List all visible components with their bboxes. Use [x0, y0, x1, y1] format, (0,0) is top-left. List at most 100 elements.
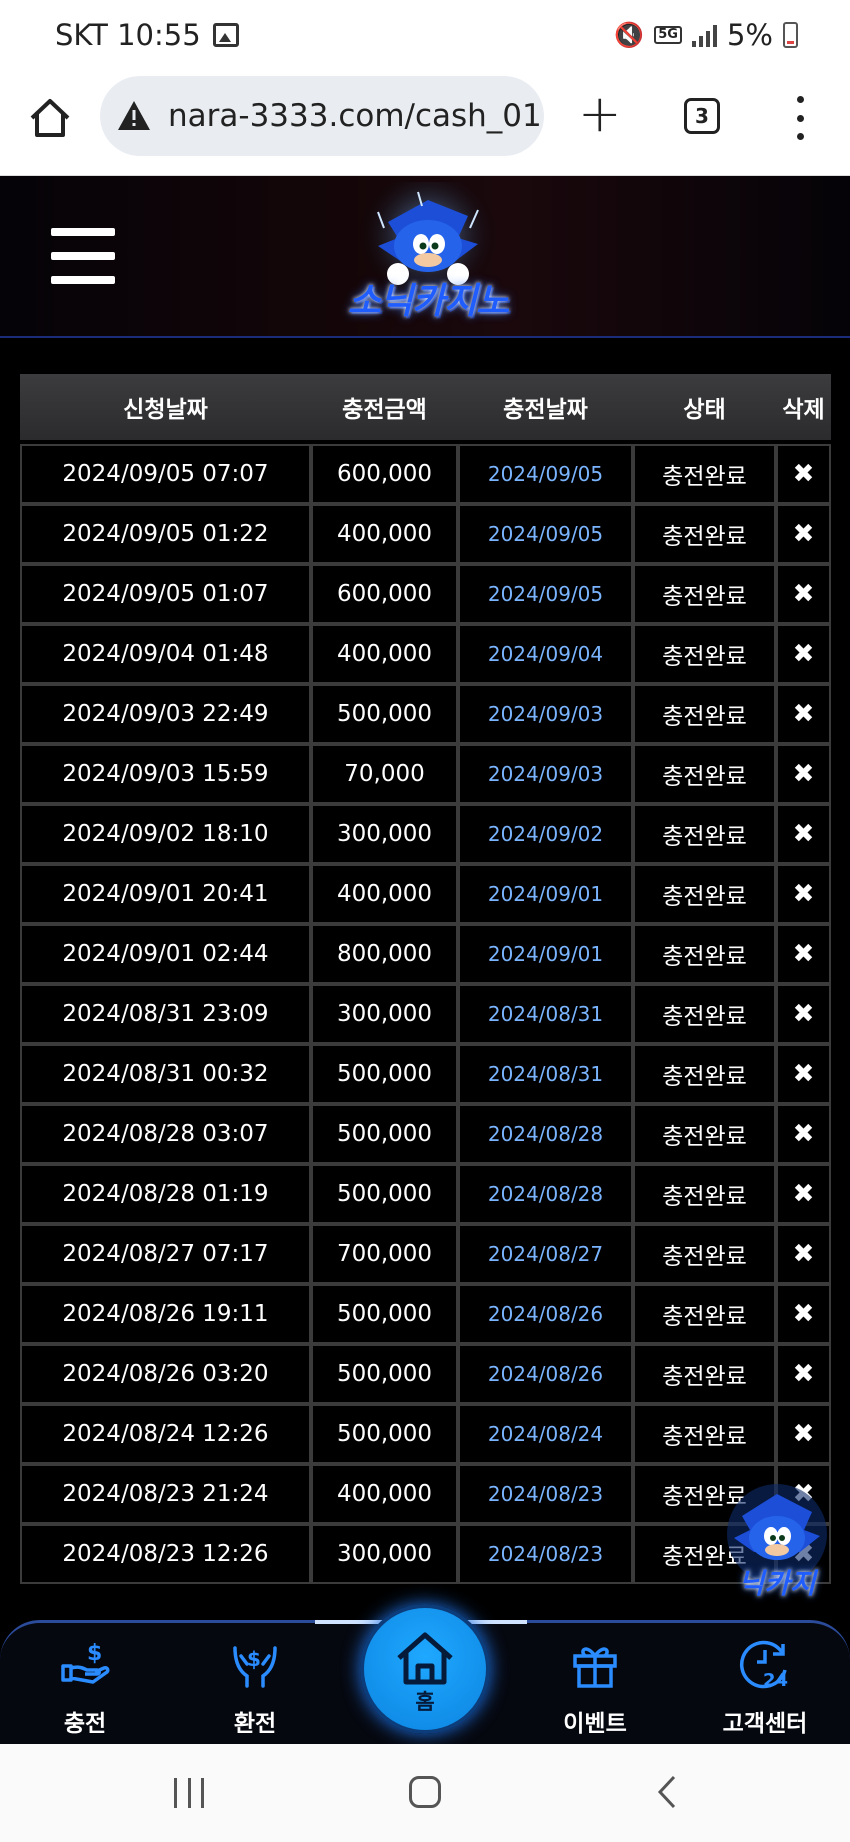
charge-date-cell: 2024/08/24 — [458, 1404, 633, 1464]
amount-cell: 400,000 — [311, 624, 458, 684]
recent-apps-icon[interactable] — [174, 1778, 204, 1808]
delete-icon[interactable]: ✖ — [776, 1344, 831, 1404]
browser-home-icon[interactable] — [28, 96, 72, 140]
delete-icon[interactable]: ✖ — [776, 564, 831, 624]
table-row: 2024/08/28 01:19 500,000 2024/08/28 충전완료 ✖ — [20, 1164, 831, 1224]
request-date-cell: 2024/09/01 02:44 — [20, 924, 311, 984]
delete-icon[interactable]: ✖ — [776, 1284, 831, 1344]
request-date-cell: 2024/09/01 20:41 — [20, 864, 311, 924]
delete-icon[interactable]: ✖ — [776, 1164, 831, 1224]
back-icon[interactable] — [656, 1774, 678, 1810]
amount-cell: 500,000 — [311, 684, 458, 744]
amount-cell: 400,000 — [311, 864, 458, 924]
header-status: 상태 — [633, 374, 776, 444]
nav-event[interactable]: 이벤트 — [530, 1636, 660, 1737]
request-date-cell: 2024/08/26 19:11 — [20, 1284, 311, 1344]
url-bar[interactable]: nara-3333.com/cash_01. — [100, 76, 544, 156]
nav-home-button[interactable]: 홈 — [360, 1604, 490, 1734]
new-tab-icon[interactable]: + — [578, 88, 622, 140]
request-date-cell: 2024/09/03 22:49 — [20, 684, 311, 744]
header-amount: 충전금액 — [311, 374, 458, 444]
amount-cell: 500,000 — [311, 1404, 458, 1464]
nav-support[interactable]: 24 고객센터 — [700, 1636, 830, 1737]
status-bar: SKT 10:55 🔇 5G 5% — [0, 0, 850, 74]
charge-date-cell: 2024/09/01 — [458, 924, 633, 984]
gift-icon — [573, 1647, 617, 1688]
charge-date-cell: 2024/09/01 — [458, 864, 633, 924]
delete-icon[interactable]: ✖ — [776, 1404, 831, 1464]
table-row: 2024/08/28 03:07 500,000 2024/08/28 충전완료 ✖ — [20, 1104, 831, 1164]
system-navigation-bar — [0, 1744, 850, 1842]
request-date-cell: 2024/09/05 01:07 — [20, 564, 311, 624]
amount-cell: 800,000 — [311, 924, 458, 984]
charge-date-cell: 2024/08/26 — [458, 1284, 633, 1344]
status-cell: 충전완료 — [633, 444, 776, 504]
request-date-cell: 2024/09/02 18:10 — [20, 804, 311, 864]
table-row: 2024/09/03 15:59 70,000 2024/09/03 충전완료 ✖ — [20, 744, 831, 804]
svg-text:24: 24 — [763, 1670, 788, 1691]
amount-cell: 70,000 — [311, 744, 458, 804]
charge-date-cell: 2024/08/26 — [458, 1344, 633, 1404]
status-cell: 충전완료 — [633, 984, 776, 1044]
charge-date-cell: 2024/08/31 — [458, 1044, 633, 1104]
delete-icon[interactable]: ✖ — [776, 924, 831, 984]
header-delete: 삭제 — [776, 374, 831, 444]
hamburger-menu-icon[interactable] — [51, 228, 115, 284]
table-row: 2024/08/27 07:17 700,000 2024/08/27 충전완료 ✖ — [20, 1224, 831, 1284]
delete-icon[interactable]: ✖ — [776, 804, 831, 864]
amount-cell: 400,000 — [311, 1464, 458, 1524]
support-24h-icon: 24 — [739, 1640, 788, 1691]
charge-date-cell: 2024/08/23 — [458, 1464, 633, 1524]
deposit-money-icon: $ — [61, 1641, 110, 1684]
delete-icon[interactable]: ✖ — [776, 1224, 831, 1284]
charge-date-cell: 2024/09/05 — [458, 444, 633, 504]
request-date-cell: 2024/09/05 07:07 — [20, 444, 311, 504]
request-date-cell: 2024/09/05 01:22 — [20, 504, 311, 564]
header-charge-date: 충전날짜 — [458, 374, 633, 444]
tab-count-button[interactable]: 3 — [684, 98, 720, 134]
status-left: SKT 10:55 — [55, 18, 239, 52]
charge-date-cell: 2024/09/03 — [458, 744, 633, 804]
nav-support-label: 고객센터 — [722, 1711, 808, 1737]
request-date-cell: 2024/08/28 01:19 — [20, 1164, 311, 1224]
floating-mascot-button[interactable]: 닉카지 — [716, 1482, 838, 1610]
table-row: 2024/08/31 23:09 300,000 2024/08/31 충전완료 ✖ — [20, 984, 831, 1044]
charge-date-cell: 2024/09/05 — [458, 564, 633, 624]
delete-icon[interactable]: ✖ — [776, 684, 831, 744]
delete-icon[interactable]: ✖ — [776, 984, 831, 1044]
amount-cell: 300,000 — [311, 1524, 458, 1584]
network-type: 5G — [654, 26, 682, 44]
warning-icon — [118, 101, 150, 130]
delete-icon[interactable]: ✖ — [776, 504, 831, 564]
table-row: 2024/09/05 01:07 600,000 2024/09/05 충전완료 ✖ — [20, 564, 831, 624]
status-cell: 충전완료 — [633, 1104, 776, 1164]
table-row: 2024/08/24 12:26 500,000 2024/08/24 충전완료 ✖ — [20, 1404, 831, 1464]
request-date-cell: 2024/08/27 07:17 — [20, 1224, 311, 1284]
delete-icon[interactable]: ✖ — [776, 744, 831, 804]
delete-icon[interactable]: ✖ — [776, 624, 831, 684]
amount-cell: 500,000 — [311, 1344, 458, 1404]
charge-date-cell: 2024/08/28 — [458, 1164, 633, 1224]
status-cell: 충전완료 — [633, 684, 776, 744]
table-row: 2024/09/01 20:41 400,000 2024/09/01 충전완료 ✖ — [20, 864, 831, 924]
delete-icon[interactable]: ✖ — [776, 1044, 831, 1104]
delete-icon[interactable]: ✖ — [776, 1104, 831, 1164]
nav-charge[interactable]: $ 충전 — [20, 1636, 150, 1737]
delete-icon[interactable]: ✖ — [776, 444, 831, 504]
status-cell: 충전완료 — [633, 924, 776, 984]
delete-icon[interactable]: ✖ — [776, 864, 831, 924]
signal-icon — [691, 23, 717, 47]
system-home-icon[interactable] — [409, 1776, 441, 1808]
nav-exchange[interactable]: $ 환전 — [190, 1636, 320, 1737]
table-body: 2024/09/05 07:07 600,000 2024/09/05 충전완료 ✖ 20… — [20, 444, 831, 1584]
request-date-cell: 2024/08/23 21:24 — [20, 1464, 311, 1524]
charge-date-cell: 2024/09/02 — [458, 804, 633, 864]
nav-event-label: 이벤트 — [563, 1711, 627, 1737]
home-icon — [397, 1632, 453, 1685]
site-logo[interactable]: 소닉카지노 — [318, 172, 538, 334]
nav-exchange-label: 환전 — [233, 1711, 277, 1737]
more-menu-icon[interactable] — [794, 96, 806, 140]
carrier-time: SKT 10:55 — [55, 18, 201, 52]
nav-home-label: 홈 — [415, 1690, 435, 1714]
status-cell: 충전완료 — [633, 1284, 776, 1344]
